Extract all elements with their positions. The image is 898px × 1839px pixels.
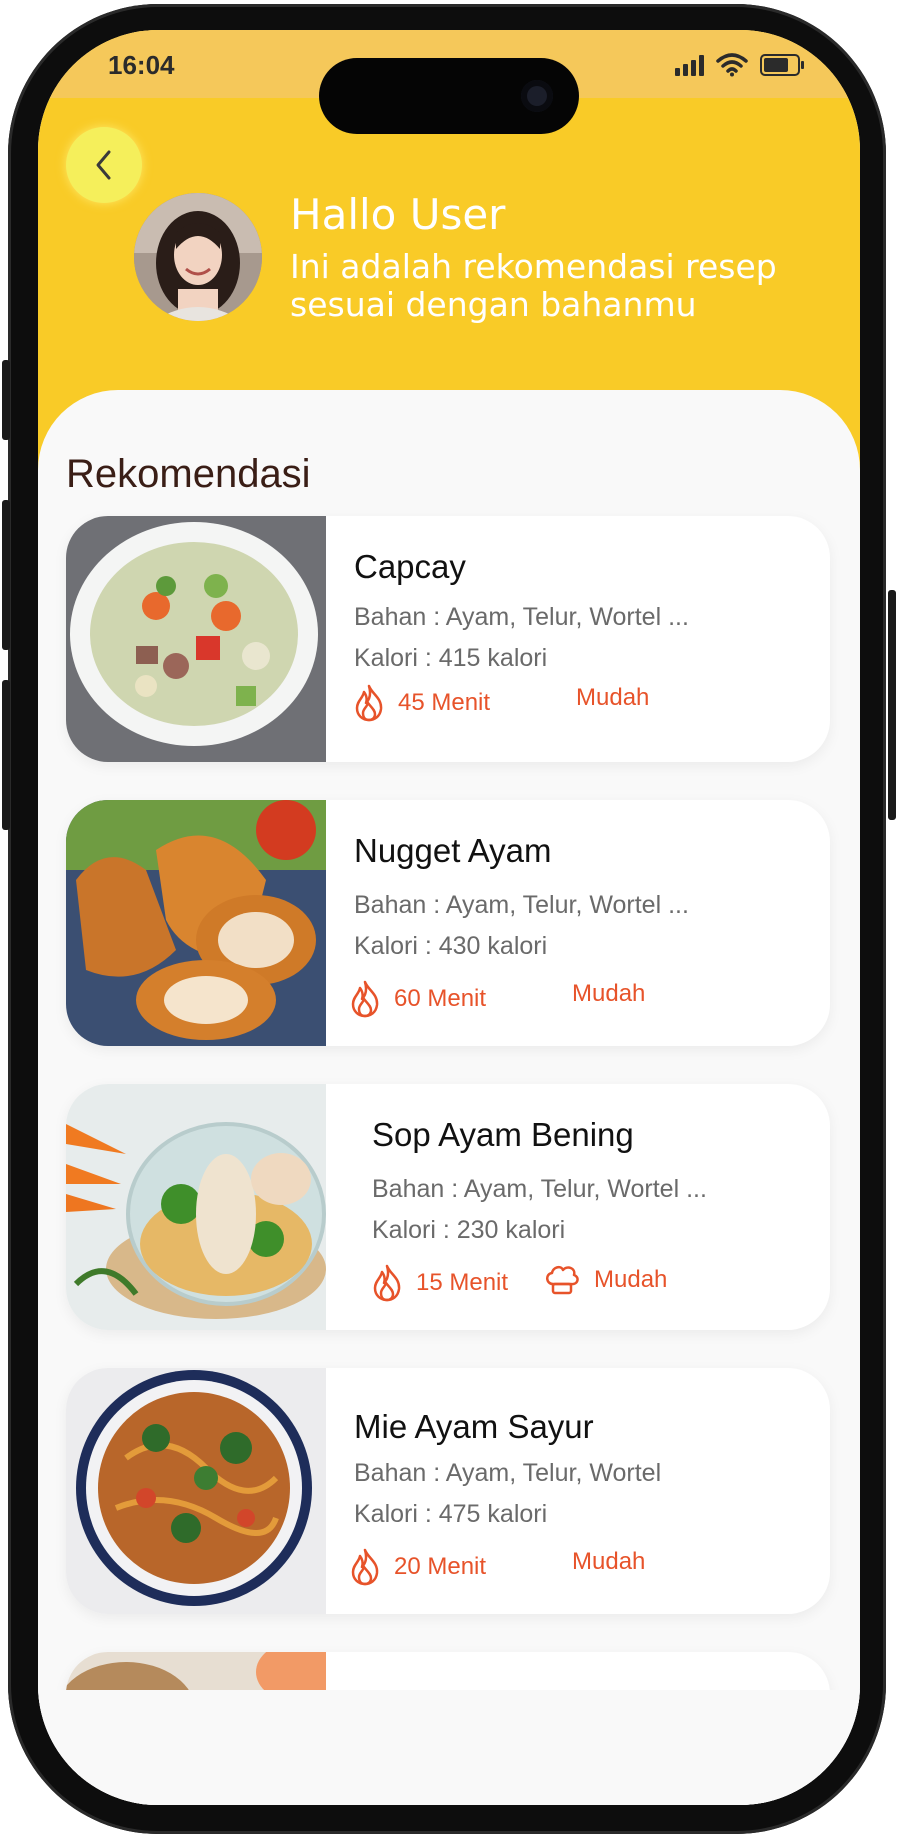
recipe-difficulty-label: Mudah	[572, 1548, 646, 1575]
recipe-card-mie-ayam-sayur[interactable]: Mie Ayam Sayur Bahan : Ayam, Telur, Wort…	[66, 1368, 830, 1614]
recipe-time: 20 Menit	[350, 1548, 486, 1586]
recipe-difficulty: Mudah	[572, 1548, 645, 1576]
camera-icon	[521, 80, 553, 112]
recipe-difficulty-label: Mudah	[594, 1266, 668, 1293]
recipe-calories: Kalori : 415 kalori	[354, 644, 548, 672]
recipe-ingredients: Bahan : Ayam, Telur, Wortel ...	[354, 891, 689, 919]
app-screen: 16:04 Hallo User Ini adalah rekomendasi …	[38, 30, 860, 1805]
recipe-difficulty: Mudah	[572, 980, 645, 1008]
recipe-calories: Kalori : 430 kalori	[354, 932, 548, 960]
phone-side-button-left-3	[2, 680, 10, 830]
bottom-fade	[38, 1690, 860, 1805]
recipe-calories: Kalori : 230 kalori	[372, 1216, 566, 1244]
recipe-ingredients: Bahan : Ayam, Telur, Wortel ...	[354, 603, 689, 631]
recipe-image-capcay	[66, 516, 326, 762]
recipe-image-sop-ayam-bening	[66, 1084, 326, 1330]
flame-icon	[355, 684, 383, 722]
chef-hat-icon	[546, 1265, 579, 1295]
phone-side-button-left-1	[2, 360, 10, 440]
wifi-icon	[716, 53, 748, 77]
recipe-image-mie-ayam-sayur	[66, 1368, 326, 1614]
recipe-title: Nugget Ayam	[354, 832, 552, 869]
recipe-difficulty-label: Mudah	[572, 980, 646, 1007]
recipe-time-label: 45 Menit	[398, 689, 491, 716]
recipe-title: Mie Ayam Sayur	[354, 1408, 594, 1445]
recipe-title: Capcay	[354, 548, 466, 585]
phone-side-button-right	[888, 590, 896, 820]
recipe-ingredients: Bahan : Ayam, Telur, Wortel ...	[372, 1175, 707, 1203]
battery-icon	[760, 54, 804, 76]
section-title: Rekomendasi	[66, 452, 311, 496]
greeting-subtitle: Ini adalah rekomendasi resep sesuai deng…	[290, 247, 777, 324]
avatar	[134, 193, 262, 321]
recipe-time: 60 Menit	[350, 980, 486, 1018]
recipe-difficulty: Mudah	[544, 1264, 667, 1296]
recipe-ingredients: Bahan : Ayam, Telur, Wortel	[354, 1459, 662, 1487]
recipe-time-label: 60 Menit	[394, 985, 487, 1012]
recipe-card-capcay[interactable]: Capcay Bahan : Ayam, Telur, Wortel ... K…	[66, 516, 830, 762]
recipe-time: 45 Menit	[354, 684, 490, 722]
recipe-card-sop-ayam-bening[interactable]: Sop Ayam Bening Bahan : Ayam, Telur, Wor…	[66, 1084, 830, 1330]
recipe-title: Sop Ayam Bening	[372, 1116, 634, 1153]
recipe-difficulty: Mudah	[576, 684, 649, 712]
phone-side-button-left-2	[2, 500, 10, 650]
signal-icon	[675, 54, 704, 76]
recipe-image-nugget-ayam	[66, 800, 326, 1046]
flame-icon	[373, 1264, 401, 1302]
recipe-time-label: 20 Menit	[394, 1553, 487, 1580]
dynamic-island	[319, 58, 579, 134]
recipe-time: 15 Menit	[372, 1264, 508, 1302]
back-button[interactable]	[66, 127, 142, 203]
greeting-title: Hallo User	[290, 190, 506, 239]
recipe-calories: Kalori : 475 kalori	[354, 1500, 548, 1528]
chevron-left-icon	[96, 150, 111, 180]
status-icons	[675, 50, 804, 80]
recommendation-panel: Rekomendasi Capcay Bahan : Ayam, Telur, …	[38, 390, 860, 1805]
status-time: 16:04	[108, 50, 175, 80]
flame-icon	[351, 980, 379, 1018]
recipe-time-label: 15 Menit	[416, 1269, 509, 1296]
recipe-card-nugget-ayam[interactable]: Nugget Ayam Bahan : Ayam, Telur, Wortel …	[66, 800, 830, 1046]
recipe-difficulty-label: Mudah	[576, 684, 650, 711]
flame-icon	[351, 1548, 379, 1586]
